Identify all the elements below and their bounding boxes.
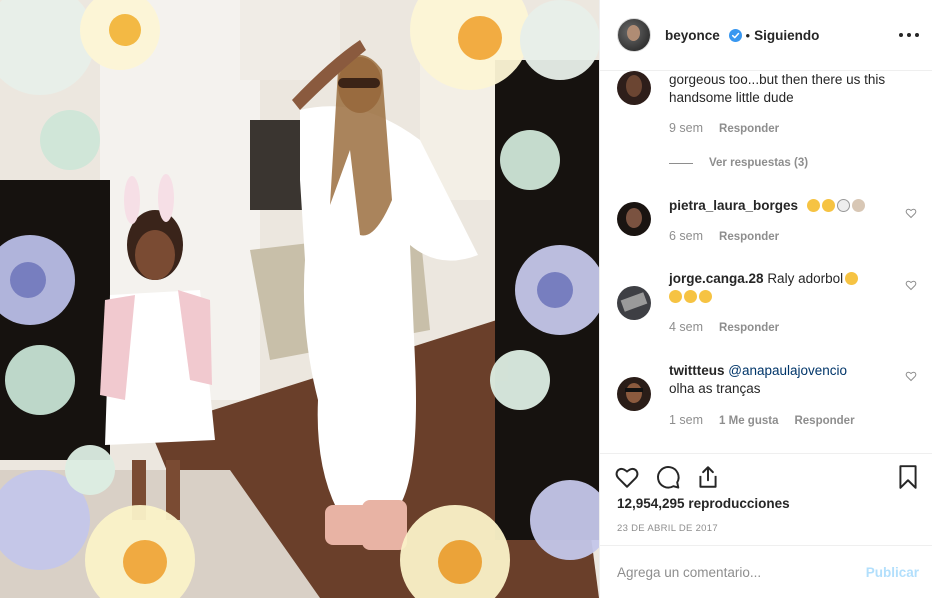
heart-eyes-emoji-icon	[806, 199, 820, 212]
wink-emoji-icon	[669, 290, 682, 303]
like-comment-heart-icon[interactable]	[905, 279, 917, 291]
share-icon[interactable]	[695, 464, 721, 490]
blush-emoji-icon	[821, 199, 835, 212]
reply-button[interactable]: Responder	[719, 123, 779, 135]
comment-text: gorgeous too...but then there us this ha…	[669, 72, 886, 105]
replies-divider	[669, 162, 693, 164]
add-comment-section: Agrega un comentario... Publicar	[600, 545, 932, 598]
instagram-post: beyonce • Siguiendo gorgeous too...but t…	[0, 0, 932, 598]
comment-meta: 6 sem Responder	[669, 229, 779, 243]
like-heart-icon[interactable]	[614, 464, 640, 490]
reply-button[interactable]: Responder	[719, 231, 779, 243]
post-header: beyonce • Siguiendo	[600, 0, 932, 71]
verified-badge-icon	[728, 28, 742, 42]
comment-avatar[interactable]	[617, 377, 651, 411]
comment-input[interactable]: Agrega un comentario...	[617, 565, 761, 580]
comment-username[interactable]: twittteus	[669, 363, 725, 378]
comment-username[interactable]: pietra_laura_borges	[669, 198, 798, 213]
comment-likes-count[interactable]: 1 Me gusta	[719, 415, 778, 427]
comment-avatar[interactable]	[617, 202, 651, 236]
comment-bubble-icon[interactable]	[655, 464, 681, 490]
comment-text: Raly adorbol	[767, 271, 844, 286]
comment-time[interactable]: 4 sem	[669, 320, 703, 334]
post-actions: 12,954,295 reproducciones 23 DE ABRIL DE…	[600, 453, 932, 545]
reply-button[interactable]: Responder	[719, 322, 779, 334]
bunny-emoji-icon	[851, 199, 865, 212]
username: beyonce	[665, 27, 720, 43]
comment-text: olha as tranças	[669, 381, 761, 396]
smile-emoji-icon	[845, 272, 859, 285]
house-emoji-icon	[836, 199, 850, 212]
comment-content: pietra_laura_borges	[669, 197, 894, 215]
comments-list[interactable]: gorgeous too...but then there us this ha…	[600, 71, 932, 453]
like-comment-heart-icon[interactable]	[905, 370, 917, 382]
comment-time[interactable]: 9 sem	[669, 121, 703, 135]
comment-avatar[interactable]	[617, 71, 651, 105]
reply-button[interactable]: Responder	[794, 415, 854, 427]
view-replies-button[interactable]: Ver respuestas (3)	[669, 157, 808, 169]
following-button[interactable]: Siguiendo	[754, 28, 819, 43]
comment-meta: 1 sem 1 Me gusta Responder	[669, 413, 855, 427]
comment-username[interactable]: jorge.canga.28	[669, 271, 764, 286]
comment-mention-link[interactable]: @anapaulajovencio	[728, 363, 847, 378]
comment-content: twittteus @anapaulajovencio olha as tran…	[669, 362, 894, 398]
comment-time[interactable]: 1 sem	[669, 413, 703, 427]
like-comment-heart-icon[interactable]	[905, 207, 917, 219]
comment-content: jorge.canga.28 Raly adorbol	[669, 270, 894, 306]
view-replies-label: Ver respuestas (3)	[709, 157, 809, 169]
post-photo[interactable]	[0, 0, 599, 598]
username-link[interactable]: beyonce	[665, 28, 742, 43]
smile-emoji-icon	[684, 290, 697, 303]
header-separator: •	[745, 27, 751, 43]
more-options-icon[interactable]	[899, 25, 919, 45]
photo-illustration	[0, 0, 599, 598]
post-date[interactable]: 23 DE ABRIL DE 2017	[617, 523, 718, 534]
comment-meta: 9 sem Responder	[669, 121, 779, 135]
comment-time[interactable]: 6 sem	[669, 229, 703, 243]
baby-emoji-icon	[699, 290, 712, 303]
publish-button[interactable]: Publicar	[866, 565, 919, 580]
avatar[interactable]	[617, 18, 651, 52]
views-count[interactable]: 12,954,295 reproducciones	[617, 496, 790, 511]
save-bookmark-icon[interactable]	[895, 464, 921, 490]
comment-avatar[interactable]	[617, 286, 651, 320]
post-side-panel: beyonce • Siguiendo gorgeous too...but t…	[599, 0, 932, 598]
comment-meta: 4 sem Responder	[669, 320, 779, 334]
